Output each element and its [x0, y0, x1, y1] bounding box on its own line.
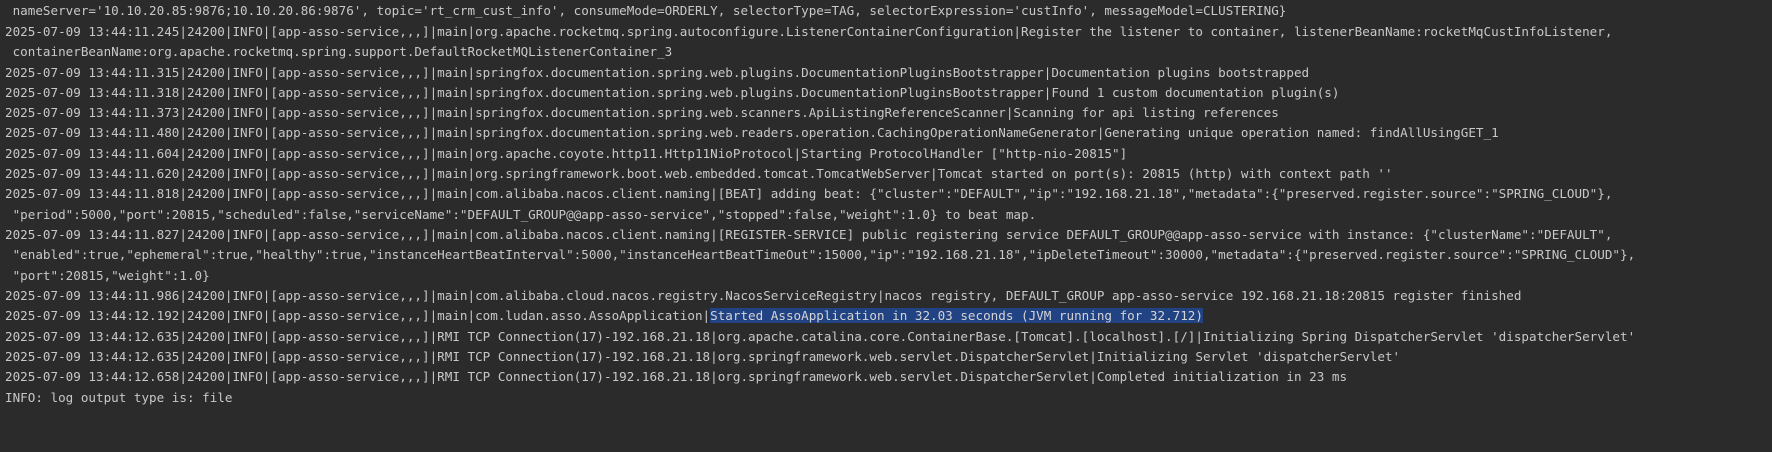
- selected-text[interactable]: Started AssoApplication in 32.03 seconds…: [710, 308, 1203, 323]
- log-line: 2025-07-09 13:44:11.480|24200|INFO|[app-…: [5, 125, 1499, 140]
- log-line: INFO: log output type is: file: [5, 390, 233, 405]
- log-line: nameServer='10.10.20.85:9876;10.10.20.86…: [5, 3, 1287, 18]
- log-line-prefix: 2025-07-09 13:44:12.192|24200|INFO|[app-…: [5, 308, 711, 323]
- log-line: "enabled":true,"ephemeral":true,"healthy…: [5, 247, 1636, 262]
- log-line: 2025-07-09 13:44:11.818|24200|INFO|[app-…: [5, 186, 1613, 201]
- log-line-started: 2025-07-09 13:44:12.192|24200|INFO|[app-…: [5, 304, 1203, 327]
- log-line: 2025-07-09 13:44:12.658|24200|INFO|[app-…: [5, 369, 1348, 384]
- log-console[interactable]: nameServer='10.10.20.85:9876;10.10.20.86…: [0, 0, 1772, 452]
- log-line: containerBeanName:org.apache.rocketmq.sp…: [5, 44, 673, 59]
